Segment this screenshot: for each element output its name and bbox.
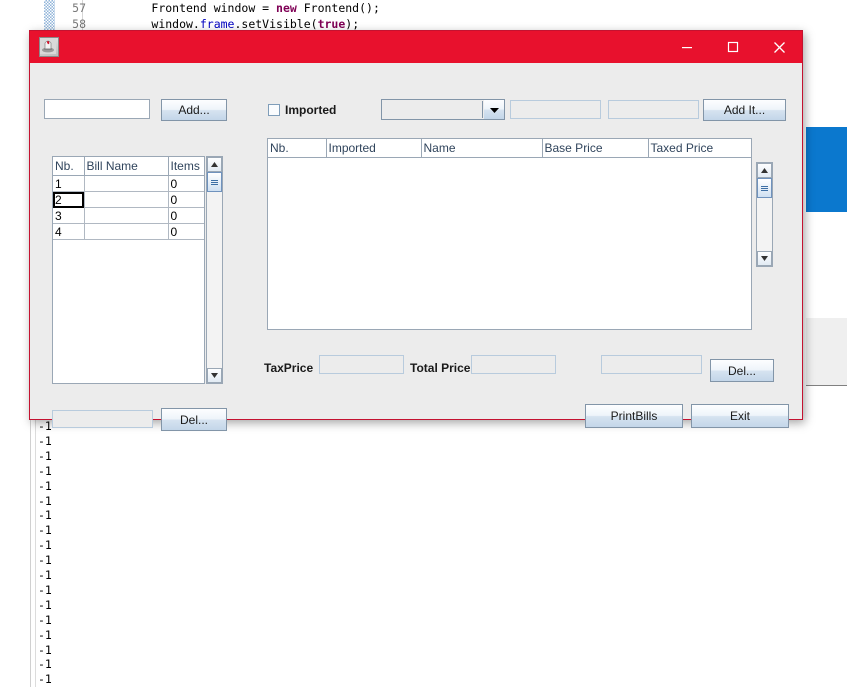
- bills-cell-name[interactable]: [84, 191, 169, 208]
- bills-cell-name[interactable]: [84, 207, 169, 224]
- bills-cell-name[interactable]: [84, 223, 169, 240]
- category-combobox-value: [383, 101, 483, 118]
- add-bill-button[interactable]: Add...: [161, 99, 227, 121]
- bills-cell-nb[interactable]: 1: [53, 175, 85, 192]
- console-line: -1: [38, 672, 52, 687]
- scroll-up-icon[interactable]: [757, 163, 772, 178]
- tax-price-label: TaxPrice: [264, 361, 314, 375]
- window-titlebar[interactable]: [30, 31, 802, 63]
- items-table-column-header[interactable]: Name: [421, 139, 543, 158]
- java-duke-icon: [39, 37, 59, 57]
- category-combobox[interactable]: [381, 99, 505, 120]
- bills-cell-items[interactable]: 0: [168, 207, 204, 224]
- maximize-button[interactable]: [710, 31, 756, 63]
- exit-button[interactable]: Exit: [691, 404, 789, 428]
- scrollbar-thumb[interactable]: [757, 178, 772, 198]
- imported-checkbox-label: Imported: [285, 103, 337, 117]
- tax-price-field[interactable]: [319, 355, 404, 374]
- total-price-label: Total Price: [410, 361, 471, 375]
- background-blue-panel: [806, 127, 847, 212]
- code-line: Frontend window = new Frontend();: [151, 1, 380, 15]
- total-price-field[interactable]: [471, 355, 556, 374]
- bills-table-scrollbar[interactable]: [206, 156, 223, 384]
- items-table-header-row: Nb. Imported Name Base Price Taxed Price: [268, 139, 751, 158]
- bills-cell-items[interactable]: 0: [168, 223, 204, 240]
- console-line: -1: [38, 448, 52, 463]
- console-line: -1: [38, 627, 52, 642]
- print-bills-button[interactable]: PrintBills: [585, 404, 683, 428]
- bill-index-field[interactable]: [52, 410, 153, 428]
- window-content: Add... Imported Add It... Nb. Bill Name It…: [30, 63, 802, 431]
- table-row[interactable]: 40: [53, 223, 204, 240]
- items-table-scrollbar[interactable]: [756, 162, 773, 267]
- item-index-field[interactable]: [601, 355, 702, 374]
- console-line: -1: [38, 553, 52, 568]
- bills-table-column-header[interactable]: Nb.: [53, 157, 85, 176]
- console-line: -1: [38, 612, 52, 627]
- items-table-column-header[interactable]: Nb.: [268, 139, 327, 158]
- add-item-button[interactable]: Add It...: [703, 99, 786, 121]
- delete-item-button[interactable]: Del...: [710, 359, 774, 382]
- bills-table-column-header[interactable]: Bill Name: [84, 157, 169, 176]
- console-line: -1: [38, 508, 52, 523]
- items-table-column-header[interactable]: Taxed Price: [648, 139, 751, 158]
- background-row: [806, 344, 847, 365]
- imported-checkbox-box[interactable]: [268, 104, 280, 116]
- delete-bill-button[interactable]: Del...: [161, 408, 227, 431]
- bills-table-body: 10203040: [53, 175, 204, 240]
- console-line: -1: [38, 568, 52, 582]
- bills-cell-name[interactable]: [84, 175, 169, 192]
- background-row: [806, 318, 847, 335]
- console-line: -1: [38, 597, 52, 612]
- bill-name-input[interactable]: [44, 99, 150, 119]
- table-row[interactable]: 30: [53, 207, 204, 224]
- console-gutter-divider: [30, 418, 31, 687]
- bills-cell-nb[interactable]: 2: [53, 191, 85, 208]
- items-table[interactable]: Nb. Imported Name Base Price Taxed Price: [267, 138, 752, 330]
- console-gutter-divider-2: [35, 418, 36, 687]
- item-field-b[interactable]: [608, 100, 699, 119]
- screen: 57 Frontend window = new Frontend(); 58 w…: [0, 0, 847, 687]
- console-line: -1: [38, 478, 52, 493]
- code-line-number: 57: [72, 1, 86, 15]
- console-line: -1: [38, 642, 52, 657]
- bills-table-grid: Nb. Bill Name Items 10203040: [53, 157, 204, 240]
- scroll-down-icon[interactable]: [207, 368, 222, 383]
- bills-cell-items[interactable]: 0: [168, 175, 204, 192]
- chevron-down-icon[interactable]: [484, 100, 504, 119]
- bills-cell-nb[interactable]: 3: [53, 207, 85, 224]
- console-line: -1: [38, 538, 52, 553]
- bills-table-column-header[interactable]: Items: [168, 157, 204, 176]
- code-editor[interactable]: 57 Frontend window = new Frontend(); 58 w…: [0, 0, 847, 32]
- imported-checkbox[interactable]: Imported: [268, 103, 336, 117]
- console-line: -1: [38, 523, 52, 538]
- bills-cell-items[interactable]: 0: [168, 191, 204, 208]
- item-field-a[interactable]: [510, 100, 601, 119]
- console-line: -1: [38, 493, 52, 508]
- console-line: -1: [38, 582, 52, 597]
- console-output-panel[interactable]: -1 -1 -1 -1 -1 -1 -1 -1 -1 -1 -1 -1 -1 -1 -1 -1 -1 -1: [0, 418, 847, 687]
- minimize-button[interactable]: [664, 31, 710, 63]
- background-row: [806, 364, 847, 386]
- scrollbar-thumb[interactable]: [207, 172, 222, 192]
- items-table-column-header[interactable]: Imported: [326, 139, 422, 158]
- items-table-column-header[interactable]: Base Price: [542, 139, 649, 158]
- table-row[interactable]: 10: [53, 175, 204, 192]
- items-table-grid: Nb. Imported Name Base Price Taxed Price: [268, 139, 751, 158]
- scroll-down-icon[interactable]: [757, 251, 772, 266]
- table-row[interactable]: 20: [53, 191, 204, 208]
- bill-manager-window: Add... Imported Add It... Nb. Bill Name It…: [29, 30, 803, 431]
- console-line: -1: [38, 463, 52, 478]
- console-line: -1: [38, 657, 52, 672]
- scrollbar-track[interactable]: [207, 172, 222, 368]
- console-line: -1: [38, 419, 52, 433]
- bills-cell-nb[interactable]: 4: [53, 223, 85, 240]
- console-line: -1: [38, 433, 52, 448]
- bills-table[interactable]: Nb. Bill Name Items 10203040: [52, 156, 205, 384]
- close-button[interactable]: [756, 31, 802, 63]
- bills-table-header-row: Nb. Bill Name Items: [53, 157, 204, 176]
- scroll-up-icon[interactable]: [207, 157, 222, 172]
